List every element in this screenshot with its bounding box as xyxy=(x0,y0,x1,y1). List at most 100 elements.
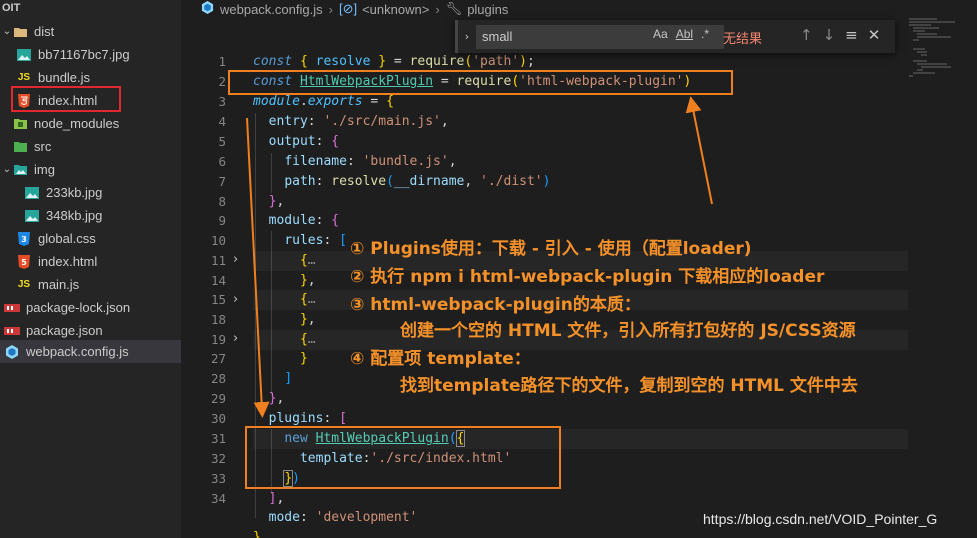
tree-item-233kb[interactable]: 233kb.jpg xyxy=(0,181,181,204)
code-line-29: }, xyxy=(268,391,285,406)
code-line-8: }, xyxy=(268,194,285,209)
symbol-namespace-icon: [⊘] xyxy=(338,1,358,16)
html-file-icon: 5 xyxy=(16,254,32,269)
code-line-36: } xyxy=(253,530,261,538)
line-number: 27 xyxy=(210,351,226,366)
tree-item-global-css[interactable]: 3 global.css xyxy=(0,227,181,250)
svg-text:3: 3 xyxy=(21,235,27,244)
line-number: 7 xyxy=(218,174,226,189)
folder-open-icon xyxy=(12,163,28,177)
tree-item-label: bundle.js xyxy=(38,70,91,85)
tree-item-label: package.json xyxy=(26,323,103,338)
js-file-icon: JS xyxy=(17,72,31,83)
chevron-right-icon: › xyxy=(328,1,333,17)
line-number: 5 xyxy=(218,134,226,149)
arrow-up-icon[interactable]: ↑ xyxy=(800,26,813,44)
breadcrumb-symbol-unknown[interactable]: <unknown> xyxy=(362,2,429,17)
explorer-header[interactable]: OIT xyxy=(0,0,181,19)
line-number: 29 xyxy=(210,391,226,406)
find-navigation: ↑ ↓ ≡ ✕ xyxy=(800,26,880,44)
close-icon[interactable]: ✕ xyxy=(868,26,881,44)
file-explorer: OIT ⌄ dist bb71167bc7.jpg JS bundle.js i… xyxy=(0,0,181,538)
folded-line-highlight xyxy=(253,251,908,271)
tree-item-dist[interactable]: ⌄ dist xyxy=(0,20,181,43)
webpack-icon xyxy=(4,344,20,359)
code-line-32: template:'./src/index.html' xyxy=(299,451,512,466)
find-in-selection-icon[interactable]: ≡ xyxy=(845,26,858,44)
match-case-toggle[interactable]: Aa xyxy=(653,27,668,41)
tree-item-img[interactable]: ⌄ img xyxy=(0,158,181,181)
tree-item-label: index.html xyxy=(38,93,98,108)
code-editor[interactable]: 1 2 3 4 5 6 7 8 9 10 11 14 15 18 19 27 28 29 30 31 32 33 34 › … xyxy=(181,18,977,538)
breadcrumb-symbol-plugins[interactable]: plugins xyxy=(467,2,508,17)
json-file-icon xyxy=(4,324,20,338)
line-number: 6 xyxy=(218,154,226,169)
fold-chevron-icon[interactable]: › xyxy=(233,250,245,270)
tree-item-bb71167bc7[interactable]: bb71167bc7.jpg xyxy=(0,43,181,66)
code-line-18: }, xyxy=(299,312,316,327)
folded-line-highlight xyxy=(253,290,908,310)
tree-item-package-lock[interactable]: package-lock.json xyxy=(0,296,181,319)
tree-item-node-modules[interactable]: node_modules xyxy=(0,112,181,135)
tree-item-src[interactable]: src xyxy=(0,135,181,158)
tree-item-348kb[interactable]: 348kb.jpg xyxy=(0,204,181,227)
code-line-33: }) xyxy=(283,470,300,487)
line-number: 30 xyxy=(210,411,226,426)
line-number: 15 xyxy=(210,292,226,307)
fold-chevron-icon[interactable]: › xyxy=(233,290,245,310)
code-line-7: path: resolve(__dirname, './dist') xyxy=(284,174,551,189)
line-number: 11 xyxy=(210,253,226,268)
chevron-down-icon: ⌄ xyxy=(2,26,12,37)
tree-item-label: 233kb.jpg xyxy=(46,185,103,200)
tree-item-webpack-config[interactable]: webpack.config.js xyxy=(0,340,181,363)
tree-item-index-html-src[interactable]: 5 index.html xyxy=(0,250,181,273)
tree-item-bundle-js[interactable]: JS bundle.js xyxy=(0,66,181,89)
code-line-30: plugins: [ xyxy=(268,411,347,426)
code-line-5: output: { xyxy=(268,134,340,149)
folder-icon xyxy=(12,117,28,131)
image-file-icon xyxy=(24,209,40,223)
tree-item-label: bb71167bc7.jpg xyxy=(38,47,130,62)
folder-icon xyxy=(12,140,28,154)
line-number: 4 xyxy=(218,114,226,129)
tree-item-label: 348kb.jpg xyxy=(46,208,103,223)
arrow-down-icon[interactable]: ↓ xyxy=(823,26,836,44)
webpack-icon xyxy=(201,1,214,17)
tree-item-label: img xyxy=(34,162,55,177)
code-line-3: module.exports = { xyxy=(253,94,394,109)
tree-item-label: webpack.config.js xyxy=(26,344,129,359)
tree-item-label: main.js xyxy=(38,277,80,292)
code-line-27: } xyxy=(299,351,308,366)
tree-item-package-json[interactable]: package.json xyxy=(0,319,181,342)
tree-item-label: index.html xyxy=(38,254,98,269)
regex-toggle[interactable]: .* xyxy=(701,27,709,41)
current-line-highlight xyxy=(253,429,908,449)
line-number: 19 xyxy=(210,332,226,347)
line-number: 32 xyxy=(210,451,226,466)
find-options: Aa Abl .* xyxy=(653,27,709,41)
svg-text:5: 5 xyxy=(21,258,27,267)
js-file-icon: JS xyxy=(17,279,31,290)
line-number: 28 xyxy=(210,371,226,386)
code-line-1: const { resolve } = require('path'); xyxy=(253,54,535,69)
tree-item-main-js[interactable]: JS main.js xyxy=(0,273,181,296)
find-widget: › Aa Abl .* 无结果 ↑ ↓ ≡ ✕ xyxy=(455,20,895,53)
line-number: 8 xyxy=(218,194,226,209)
folder-open-icon xyxy=(12,25,28,39)
tree-item-index-html-dist[interactable]: index.html xyxy=(0,89,181,112)
match-whole-word-toggle[interactable]: Abl xyxy=(676,27,693,41)
json-file-icon xyxy=(4,301,20,315)
folded-line-highlight xyxy=(253,330,908,350)
chevron-right-icon: › xyxy=(435,1,440,17)
fold-chevron-icon[interactable]: › xyxy=(233,329,245,349)
minimap[interactable] xyxy=(905,18,977,108)
code-line-10: rules: [ xyxy=(284,233,347,248)
chevron-right-icon[interactable]: › xyxy=(458,30,476,43)
chevron-down-icon: ⌄ xyxy=(2,164,12,175)
wrench-icon: 🔧︎ xyxy=(445,1,463,16)
breadcrumb-file[interactable]: webpack.config.js xyxy=(220,2,323,17)
code-line-9: module: { xyxy=(268,213,340,228)
code-line-4: entry: './src/main.js', xyxy=(268,114,449,129)
line-number: 3 xyxy=(218,94,226,109)
code-line-35: mode: 'development' xyxy=(268,510,418,525)
